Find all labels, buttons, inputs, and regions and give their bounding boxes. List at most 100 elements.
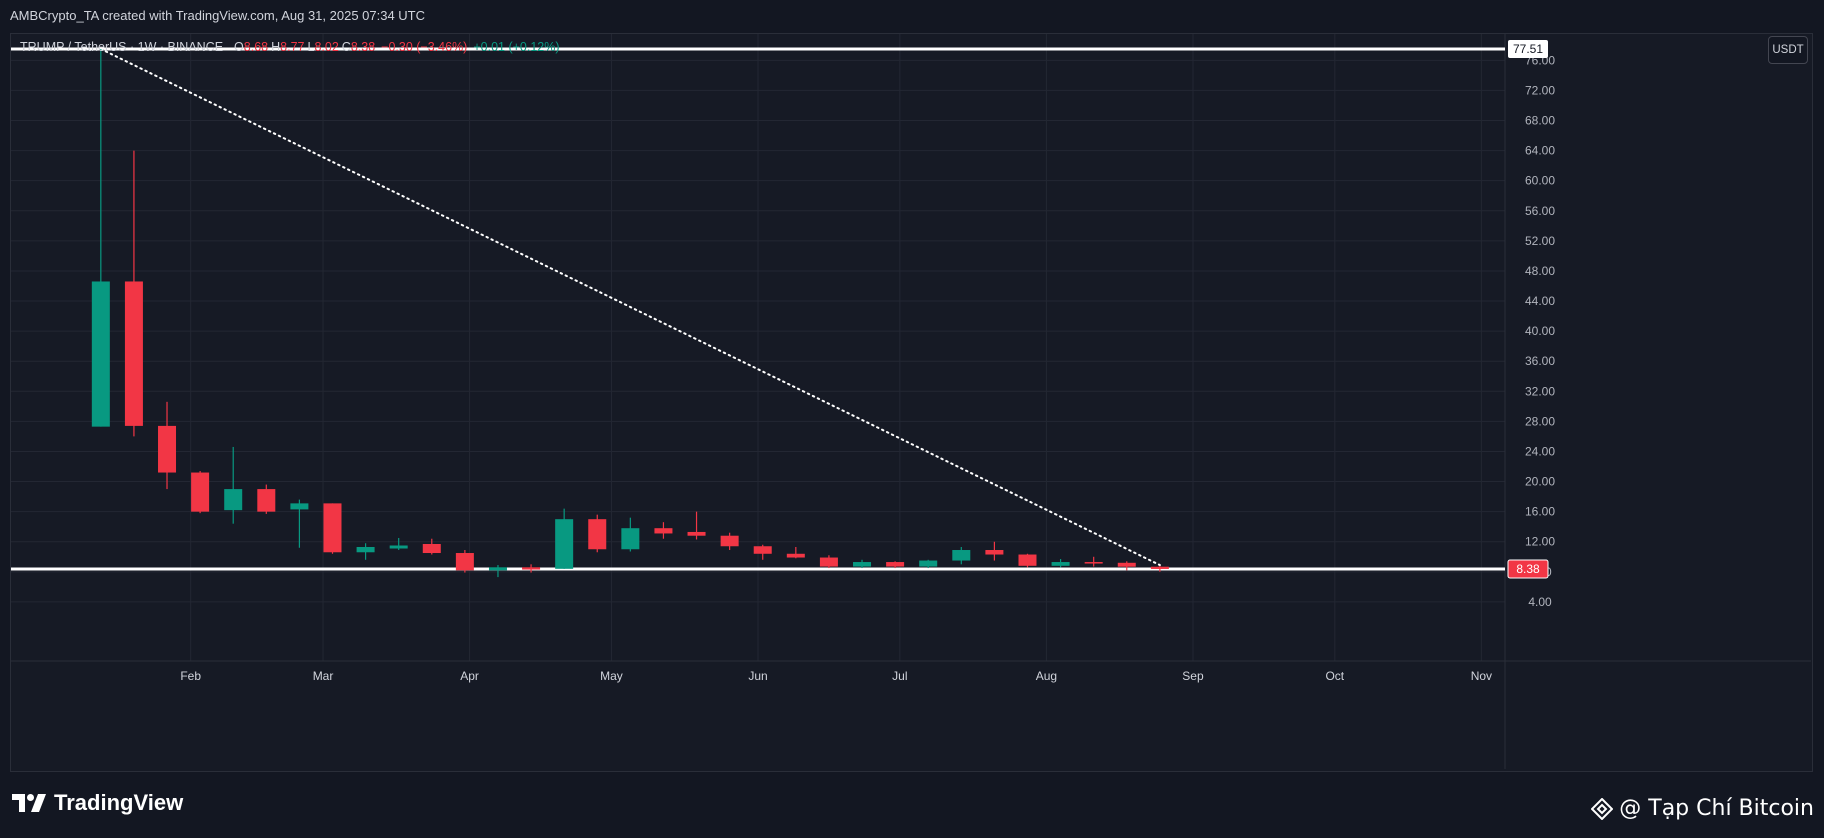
y-tick-label: 24.00 bbox=[1525, 444, 1555, 458]
candle-body bbox=[488, 567, 507, 571]
candle bbox=[588, 514, 607, 553]
candle bbox=[753, 544, 772, 560]
x-tick-label: Nov bbox=[1471, 669, 1492, 683]
candle-body bbox=[191, 472, 210, 512]
watermark-text: @ Tạp Chí Bitcoin bbox=[1619, 796, 1814, 821]
time-axis: Feb Mar Apr May Jun Jul Aug Sep Oct Nov bbox=[11, 660, 1811, 683]
candle bbox=[191, 471, 210, 514]
open-label: O bbox=[234, 40, 244, 54]
candle bbox=[654, 522, 673, 539]
tradingview-logo[interactable]: TradingView bbox=[12, 790, 183, 816]
high-label: H bbox=[271, 40, 281, 54]
y-tick-label: 20.00 bbox=[1525, 475, 1555, 489]
candle bbox=[985, 541, 1004, 561]
price-chart[interactable]: 4.008.0012.0016.0020.0024.0028.0032.0036… bbox=[0, 0, 1824, 838]
descending-trendline bbox=[99, 47, 1161, 567]
candle bbox=[1051, 559, 1070, 568]
y-tick-label: 48.00 bbox=[1525, 264, 1555, 278]
y-tick-label: 68.00 bbox=[1525, 114, 1555, 128]
price-tag-label: 77.51 bbox=[1513, 42, 1543, 56]
candle-body bbox=[1018, 554, 1037, 566]
candle-body bbox=[720, 535, 739, 547]
candle-body bbox=[786, 553, 805, 558]
price-axis: 4.008.0012.0016.0020.0024.0028.0032.0036… bbox=[1504, 34, 1555, 769]
candle bbox=[786, 547, 805, 559]
candle-body bbox=[952, 550, 971, 561]
candle bbox=[290, 499, 309, 548]
candle bbox=[555, 508, 574, 569]
candle-body bbox=[389, 545, 408, 549]
y-tick-label: 44.00 bbox=[1525, 294, 1555, 308]
x-tick-label: Mar bbox=[313, 669, 334, 683]
low-label: L bbox=[307, 40, 315, 54]
low-value: 8.02 bbox=[314, 40, 339, 54]
x-tick-label: Sep bbox=[1182, 669, 1204, 683]
y-tick-label: 56.00 bbox=[1525, 204, 1555, 218]
price-tag-label: 8.38 bbox=[1516, 562, 1540, 576]
tradingview-logo-icon bbox=[12, 794, 46, 812]
y-tick-label: 36.00 bbox=[1525, 354, 1555, 368]
binance-diamond-icon bbox=[1591, 797, 1614, 820]
candle bbox=[1018, 553, 1037, 568]
y-tick-label: 52.00 bbox=[1525, 234, 1555, 248]
candle-body bbox=[1117, 562, 1136, 567]
candle-body bbox=[1150, 566, 1169, 569]
close-label: C bbox=[341, 40, 351, 54]
y-tick-label: 32.00 bbox=[1525, 384, 1555, 398]
open-value: 8.68 bbox=[243, 40, 269, 54]
candle-body bbox=[853, 562, 872, 567]
candle-body bbox=[753, 546, 772, 554]
candles bbox=[91, 48, 1169, 578]
candle bbox=[389, 537, 408, 551]
high-value: 8.77 bbox=[280, 40, 305, 54]
candle bbox=[488, 565, 507, 578]
candle-body bbox=[356, 547, 375, 553]
trend-line bbox=[99, 47, 1161, 567]
candle-body bbox=[1051, 562, 1070, 566]
candle-body bbox=[919, 560, 938, 567]
candle bbox=[124, 150, 143, 437]
candle-body bbox=[522, 567, 541, 570]
x-tick-label: Jun bbox=[748, 669, 767, 683]
candle-body bbox=[621, 528, 640, 550]
candle bbox=[455, 550, 474, 573]
y-tick-label: 12.00 bbox=[1525, 535, 1555, 549]
y-tick-label: 64.00 bbox=[1525, 144, 1555, 158]
currency-button[interactable]: USDT bbox=[1768, 36, 1808, 64]
change-value: −0.30 (−3.46%) bbox=[381, 40, 468, 54]
candle-body bbox=[422, 543, 441, 554]
candle bbox=[687, 511, 706, 540]
candle-body bbox=[819, 557, 838, 567]
symbol-legend[interactable]: TRUMP / TetherUS · 1W · BINANCE O 8.68 H8… bbox=[20, 40, 560, 54]
candle bbox=[919, 559, 938, 569]
x-tick-label: Oct bbox=[1325, 669, 1344, 683]
watermark: @ Tạp Chí Bitcoin bbox=[1591, 796, 1814, 821]
change2-value: +0.01 (+0.12%) bbox=[473, 40, 560, 54]
x-tick-label: May bbox=[600, 669, 623, 683]
y-tick-label: 16.00 bbox=[1525, 505, 1555, 519]
candle-body bbox=[224, 489, 243, 511]
candle-body bbox=[588, 519, 607, 550]
y-tick-label: 60.00 bbox=[1525, 174, 1555, 188]
y-tick-label: 72.00 bbox=[1525, 83, 1555, 97]
x-tick-label: Feb bbox=[180, 669, 201, 683]
y-tick-label: 28.00 bbox=[1525, 414, 1555, 428]
candle bbox=[224, 446, 243, 524]
candle-body bbox=[91, 281, 110, 427]
candle-body bbox=[455, 553, 474, 571]
candle-body bbox=[158, 425, 177, 473]
candle-body bbox=[124, 281, 143, 426]
candle-body bbox=[1084, 562, 1103, 564]
candle-body bbox=[886, 562, 905, 567]
candle bbox=[422, 538, 441, 555]
candle bbox=[257, 484, 276, 514]
x-tick-label: Jul bbox=[892, 669, 907, 683]
last-price-tag: 8.38 bbox=[1507, 559, 1549, 579]
candle-body bbox=[323, 503, 342, 553]
high-price-tag: 77.51 bbox=[1508, 39, 1548, 58]
candle-body bbox=[687, 531, 706, 536]
close-value: 8.38 bbox=[350, 40, 376, 54]
candle bbox=[91, 48, 110, 427]
candle bbox=[323, 503, 342, 554]
candle bbox=[886, 561, 905, 569]
